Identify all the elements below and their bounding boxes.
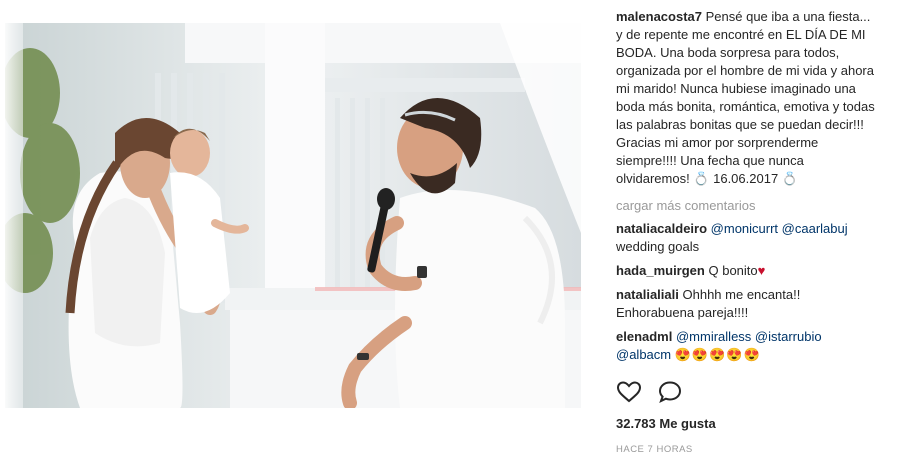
comment-text: wedding goals bbox=[616, 239, 700, 254]
comment-mention-link[interactable]: @caarlabuj bbox=[782, 221, 848, 236]
comment-item: elenadml @mmiralless @istarrubio @albacm… bbox=[616, 328, 876, 364]
heart-outline-icon bbox=[616, 381, 642, 403]
comment-mention-link[interactable]: @albacm bbox=[616, 347, 671, 362]
comment-item: nataliacaldeiro @monicurrt @caarlabuj we… bbox=[616, 220, 876, 256]
post-timestamp[interactable]: HACE 7 HORAS bbox=[616, 441, 693, 459]
comment-text: Q bonito bbox=[708, 263, 758, 278]
comment-mention-link[interactable]: @mmiralless bbox=[676, 329, 751, 344]
comment-item: hada_muirgen Q bonito♥ bbox=[616, 262, 876, 280]
comment-author-link[interactable]: elenadml bbox=[616, 329, 672, 344]
caption-date: 16.06.2017 bbox=[709, 171, 782, 186]
load-more-comments-link[interactable]: cargar más comentarios bbox=[616, 197, 755, 215]
comment-item: natalialiali Ohhhh me encanta!! Enhorabu… bbox=[616, 286, 876, 322]
caption-author-link[interactable]: malenacosta7 bbox=[616, 9, 702, 24]
comment-mention-link[interactable]: @monicurrt bbox=[711, 221, 778, 236]
comment-mention-link[interactable]: @istarrubio bbox=[755, 329, 822, 344]
comment-author-link[interactable]: nataliacaldeiro bbox=[616, 221, 707, 236]
post-side-panel: malenacosta7 Pensé que iba a una fiesta.… bbox=[616, 0, 891, 475]
comment-author-link[interactable]: hada_muirgen bbox=[616, 263, 705, 278]
caption-text: Pensé que iba a una fiesta... y de repen… bbox=[616, 9, 875, 186]
ring-emoji-icon: 💍 bbox=[781, 171, 798, 186]
post-caption: malenacosta7 Pensé que iba a una fiesta.… bbox=[616, 8, 880, 188]
speech-bubble-icon bbox=[658, 381, 682, 403]
likes-count[interactable]: 32.783 Me gusta bbox=[616, 415, 716, 433]
heart-eyes-emoji-icon: 😍😍😍😍😍 bbox=[674, 347, 761, 362]
ring-emoji-icon: 💍 bbox=[693, 171, 710, 186]
post-photo[interactable] bbox=[5, 23, 581, 408]
comment-button[interactable] bbox=[658, 380, 684, 409]
wedding-photo-illustration bbox=[5, 23, 581, 408]
like-button[interactable] bbox=[616, 380, 642, 409]
red-heart-icon: ♥ bbox=[757, 263, 766, 278]
comment-author-link[interactable]: natalialiali bbox=[616, 287, 679, 302]
